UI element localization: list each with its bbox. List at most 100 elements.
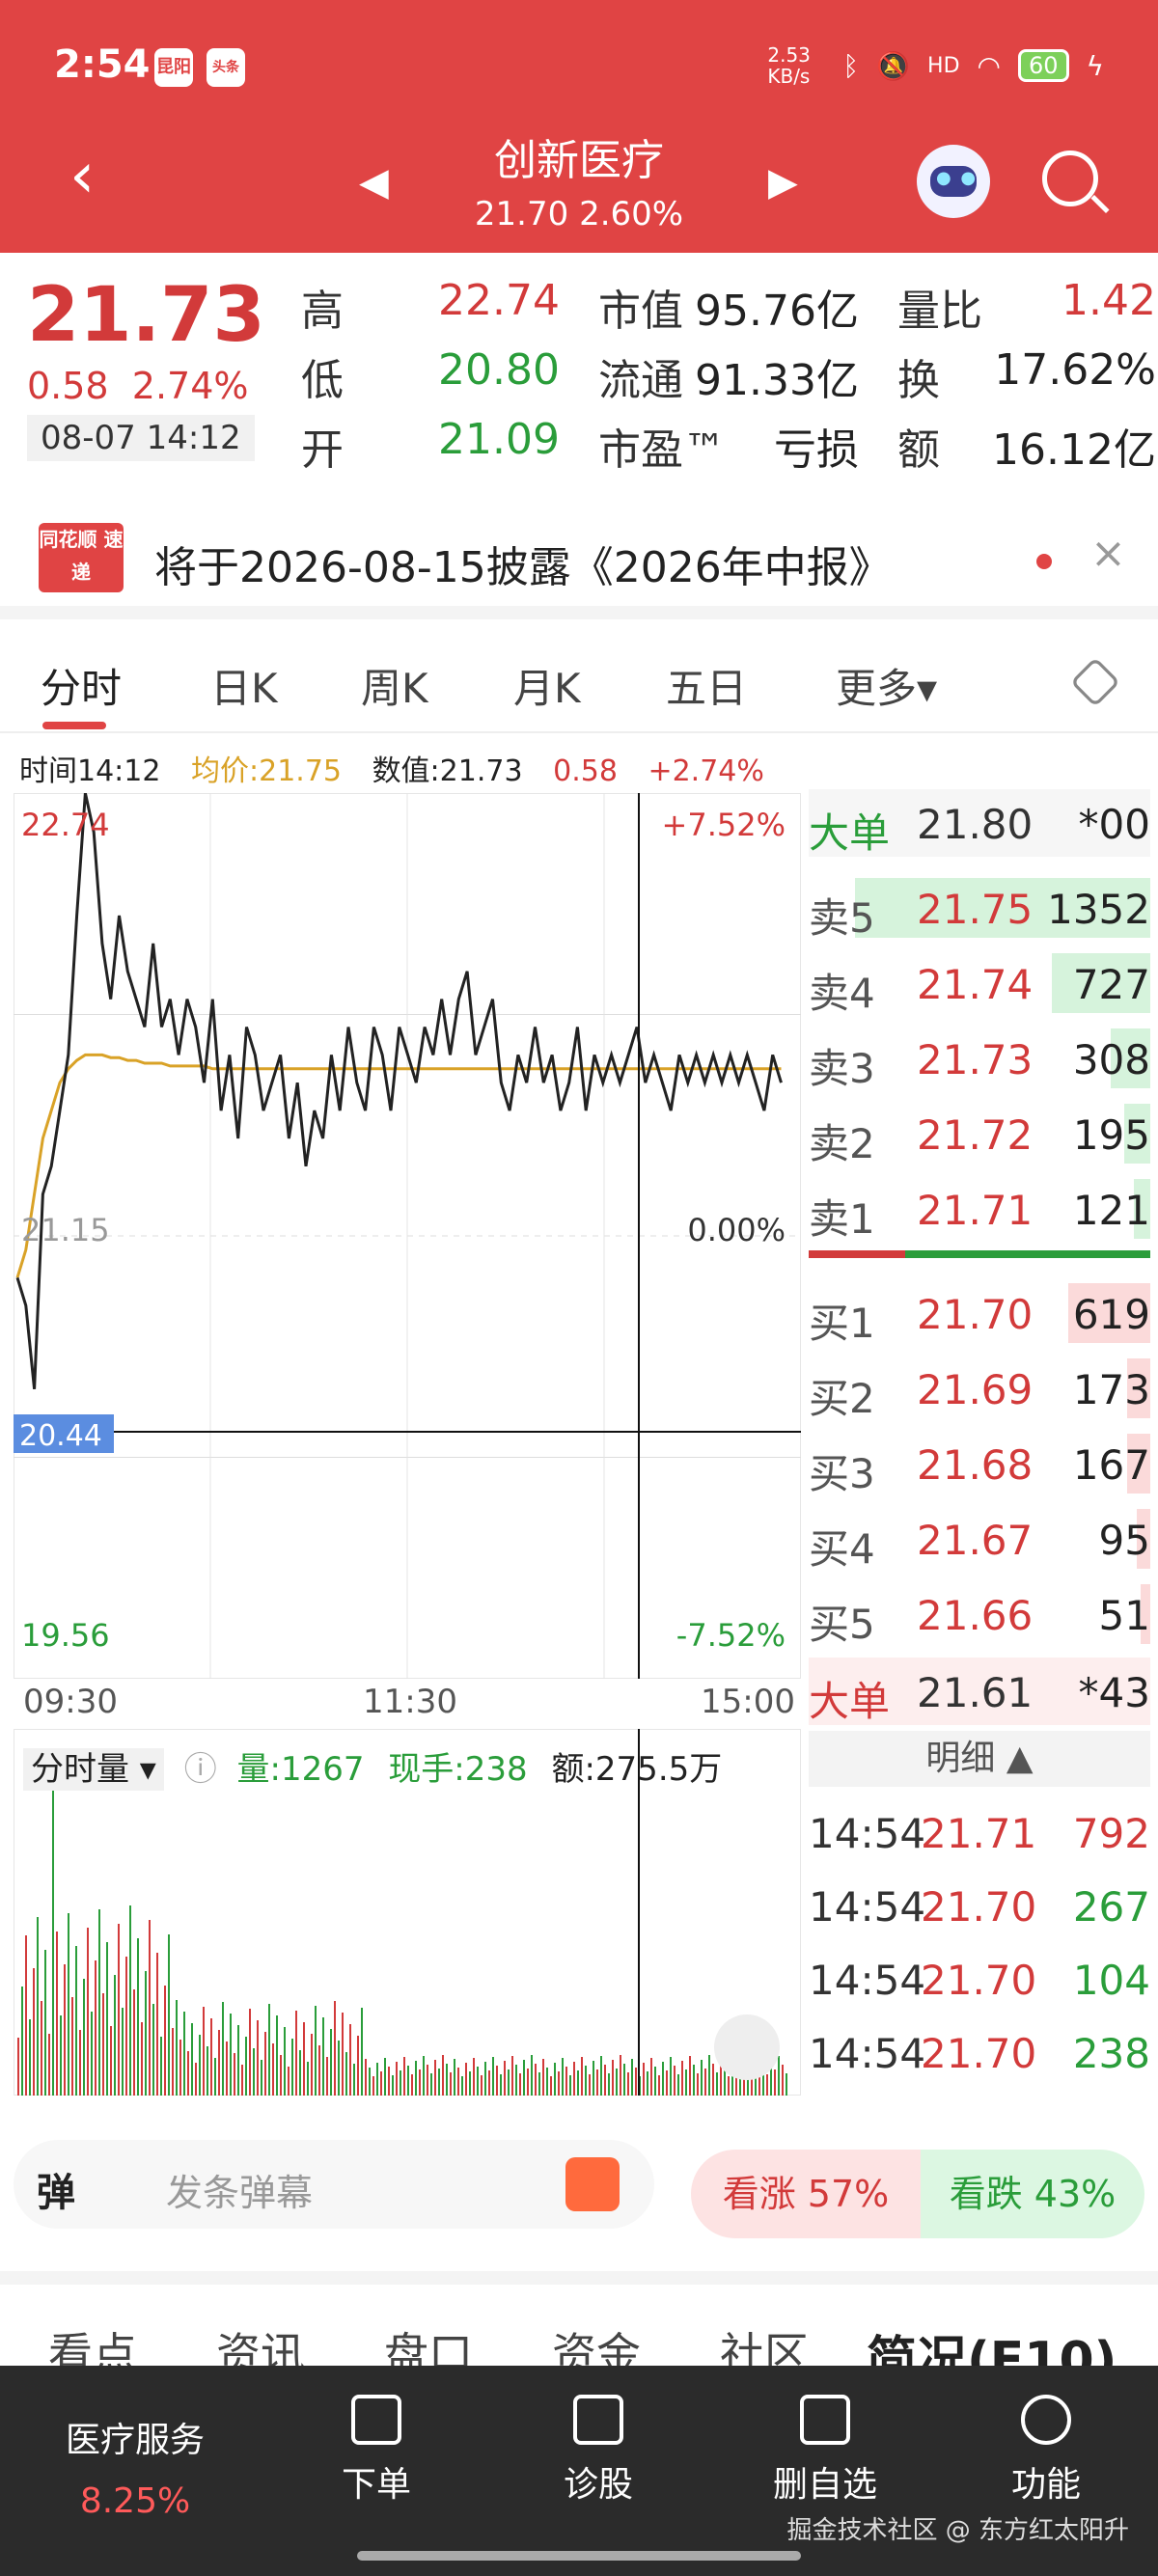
volume-bar bbox=[311, 2034, 313, 2096]
volume-bar bbox=[372, 2076, 374, 2096]
sector-button[interactable]: 医疗服务 8.25% bbox=[39, 2412, 232, 2521]
search-icon[interactable] bbox=[1042, 151, 1098, 206]
volume-bar bbox=[712, 2064, 714, 2096]
volume-bar bbox=[650, 2058, 652, 2096]
tab-intraday[interactable]: 分时 bbox=[41, 656, 122, 715]
info-change: 0.58 bbox=[553, 754, 618, 788]
volume-bar bbox=[68, 1913, 69, 2096]
next-stock-icon[interactable]: ▶ bbox=[768, 160, 798, 205]
order-button[interactable]: 下单 bbox=[318, 2395, 434, 2507]
volume-bar bbox=[21, 1987, 23, 2096]
volume-bar bbox=[288, 2067, 290, 2096]
notice-text[interactable]: 将于2026-08-15披露《2026年中报》 bbox=[154, 533, 892, 594]
amount-value: 16.12亿 bbox=[992, 425, 1156, 475]
toutiao-badge-icon: 头条 bbox=[207, 48, 245, 87]
info-time: 时间14:12 bbox=[19, 754, 161, 788]
volume-bar bbox=[299, 2050, 301, 2096]
book-level: 买4 21.67 95 bbox=[809, 1505, 1150, 1573]
volume-bar bbox=[122, 2008, 124, 2096]
danmu-toggle-icon[interactable]: 弹 bbox=[37, 2161, 75, 2217]
volume-bar bbox=[612, 2060, 614, 2096]
level-label: 卖1 bbox=[809, 1195, 875, 1243]
close-icon[interactable]: × bbox=[1090, 529, 1126, 578]
volume-bar bbox=[44, 1950, 46, 2096]
volume-selector[interactable]: 分时量 ▾ bbox=[23, 1748, 164, 1791]
charging-icon: ϟ bbox=[1086, 49, 1104, 82]
info-avg: 均价:21.75 bbox=[191, 754, 343, 788]
level-price: 21.66 bbox=[917, 1592, 1034, 1639]
tab-daily-k[interactable]: 日K bbox=[210, 656, 278, 715]
robot-assistant-icon[interactable] bbox=[917, 145, 990, 218]
detail-header[interactable]: 明细 ▲ bbox=[809, 1731, 1150, 1787]
trade-volume: 792 bbox=[1072, 1810, 1150, 1857]
volume-bar bbox=[334, 2001, 336, 2096]
volume-bar bbox=[234, 2053, 235, 2096]
help-icon[interactable]: ⓘ bbox=[184, 1750, 217, 1789]
tab-weekly-k[interactable]: 周K bbox=[361, 656, 428, 715]
volume-bar bbox=[257, 2020, 259, 2096]
intraday-chart[interactable]: 22.74 21.15 19.56 +7.52% 0.00% -7.52% 20… bbox=[14, 793, 801, 1679]
volume-bar bbox=[137, 1938, 139, 2096]
volume-bar bbox=[241, 2065, 243, 2096]
volume-bar bbox=[461, 2076, 463, 2096]
volume-bar bbox=[658, 2075, 660, 2096]
volume-bar bbox=[701, 2060, 703, 2096]
danmu-input[interactable] bbox=[14, 2140, 654, 2229]
volume-bar bbox=[496, 2066, 498, 2096]
level-label: 买3 bbox=[809, 1450, 875, 1497]
app-badge-icon: 昆阳 bbox=[154, 48, 193, 87]
trade-price: 21.70 bbox=[921, 1883, 1037, 1931]
volume-bar bbox=[75, 1946, 77, 2096]
low-label: 低 bbox=[301, 356, 344, 405]
fullscreen-icon[interactable] bbox=[714, 2014, 780, 2080]
tab-more[interactable]: 更多▾ bbox=[836, 656, 937, 715]
big-order-label: 大单 bbox=[809, 809, 891, 857]
x-label-noon: 11:30 bbox=[363, 1683, 457, 1721]
volume-bar bbox=[403, 2057, 405, 2096]
functions-button[interactable]: 功能 bbox=[988, 2395, 1104, 2507]
volume-bar bbox=[172, 2028, 174, 2096]
order-book: 大单 21.80 *00 卖5 21.75 1352 卖4 21.74 727 卖3 21.7… bbox=[801, 789, 1158, 2111]
volume-bar bbox=[778, 2056, 780, 2096]
volume-bar bbox=[538, 2072, 540, 2096]
volume-bar bbox=[214, 2058, 216, 2096]
volume-bar bbox=[488, 2070, 490, 2096]
x-label-open: 09:30 bbox=[23, 1683, 118, 1721]
remove-watchlist-button[interactable]: 删自选 bbox=[753, 2395, 897, 2507]
volume-bar bbox=[631, 2059, 633, 2096]
level-volume: 727 bbox=[1072, 961, 1150, 1008]
book-level: 卖2 21.72 195 bbox=[809, 1100, 1150, 1167]
pct-label-mid: 0.00% bbox=[687, 1212, 786, 1248]
volume-bar bbox=[210, 2018, 212, 2096]
signal-icon: HD bbox=[927, 53, 960, 78]
remove-label: 删自选 bbox=[772, 2465, 877, 2505]
level-price: 21.67 bbox=[917, 1517, 1034, 1564]
big-order-vol: *00 bbox=[1078, 801, 1150, 848]
volume-bar bbox=[183, 2012, 185, 2096]
volratio-label: 量比 bbox=[897, 287, 982, 336]
volume-bar bbox=[164, 1986, 166, 2096]
book-level: 买1 21.70 619 bbox=[809, 1279, 1150, 1347]
diagnose-button[interactable]: 诊股 bbox=[540, 2395, 656, 2507]
notice-banner[interactable]: 同花顺 速递 将于2026-08-15披露《2026年中报》 × bbox=[0, 494, 1158, 619]
settings-icon[interactable] bbox=[1069, 656, 1121, 708]
bearish-vote-button[interactable]: 看跌 43% bbox=[921, 2150, 1144, 2238]
volume-bar bbox=[156, 1953, 158, 2096]
gift-icon[interactable] bbox=[565, 2157, 620, 2211]
volume-bar bbox=[477, 2067, 479, 2096]
menu-icon bbox=[1021, 2395, 1071, 2445]
unread-dot-icon bbox=[1036, 554, 1052, 569]
volume-bar bbox=[91, 2012, 93, 2096]
diagnose-icon bbox=[573, 2395, 623, 2445]
volume-bar bbox=[400, 2070, 401, 2096]
volume-bar bbox=[704, 2069, 706, 2096]
tab-monthly-k[interactable]: 月K bbox=[513, 656, 581, 715]
volume-bar bbox=[573, 2062, 575, 2096]
home-indicator[interactable] bbox=[357, 2551, 801, 2561]
volume-bar bbox=[95, 1960, 96, 2096]
level-volume: 121 bbox=[1072, 1187, 1150, 1234]
volume-bar bbox=[442, 2055, 444, 2096]
bullish-vote-button[interactable]: 看涨 57% bbox=[691, 2150, 921, 2238]
volume-bar bbox=[253, 2048, 255, 2096]
tab-five-day[interactable]: 五日 bbox=[666, 656, 747, 715]
